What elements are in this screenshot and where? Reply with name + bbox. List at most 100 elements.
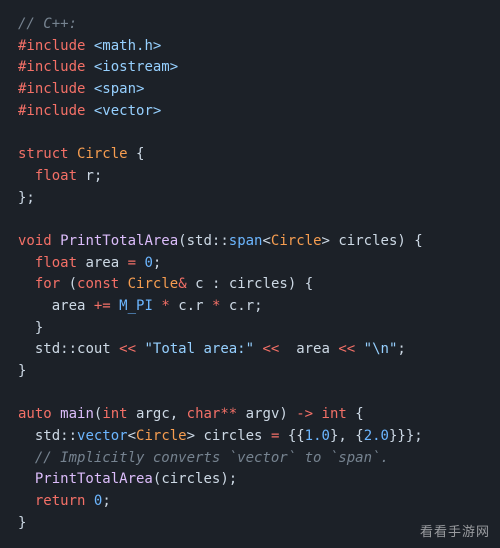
code-token: {: [136, 146, 144, 162]
code-token: int: [102, 406, 127, 422]
code-token: (: [69, 276, 77, 292]
code-token: [288, 406, 296, 422]
code-token: <: [262, 233, 270, 249]
code-token: [52, 406, 60, 422]
code-token: vector: [77, 428, 128, 444]
code-line: }: [18, 320, 43, 336]
code-token: #include: [18, 59, 85, 75]
code-token: **: [220, 406, 237, 422]
code-token: area: [296, 341, 330, 357]
code-token: // C++:: [18, 16, 77, 32]
code-line: struct Circle {: [18, 146, 144, 162]
code-token: <: [128, 428, 136, 444]
code-token: area: [85, 255, 119, 271]
code-token: <vector>: [94, 103, 161, 119]
code-token: }: [18, 515, 26, 531]
code-token: }: [18, 363, 26, 379]
code-token: ;: [102, 493, 110, 509]
code-token: 1.0: [305, 428, 330, 444]
code-token: #include: [18, 38, 85, 54]
code-token: [85, 59, 93, 75]
code-token: [178, 406, 186, 422]
code-token: r: [85, 168, 93, 184]
code-line: // C++:: [18, 16, 77, 32]
code-token: ->: [296, 406, 313, 422]
code-token: [85, 103, 93, 119]
code-token: [128, 146, 136, 162]
code-token: [85, 298, 93, 314]
code-token: [187, 276, 195, 292]
code-token: *: [161, 298, 169, 314]
code-token: ;: [397, 341, 405, 357]
code-token: ): [279, 406, 287, 422]
code-token: [170, 298, 178, 314]
code-token: &: [178, 276, 186, 292]
code-token: Circle: [128, 276, 179, 292]
code-token: +=: [94, 298, 111, 314]
code-token: Circle: [77, 146, 128, 162]
code-token: [406, 233, 414, 249]
code-token: 0: [144, 255, 152, 271]
code-line: PrintTotalArea(circles);: [18, 471, 237, 487]
code-line: };: [18, 190, 35, 206]
code-line: std::vector<Circle> circles = {{1.0}, {2…: [18, 428, 423, 444]
code-token: ,: [170, 406, 178, 422]
code-token: ;: [94, 168, 102, 184]
code-line: }: [18, 363, 26, 379]
code-token: for: [35, 276, 60, 292]
code-token: [119, 255, 127, 271]
code-token: ::: [212, 233, 229, 249]
code-token: 2.0: [364, 428, 389, 444]
code-token: [119, 276, 127, 292]
code-token: ;: [153, 255, 161, 271]
code-line: #include <span>: [18, 81, 144, 97]
code-token: [355, 341, 363, 357]
code-token: ::: [60, 341, 77, 357]
code-line: for (const Circle& c : circles) {: [18, 276, 313, 292]
code-token: [69, 146, 77, 162]
code-token: c: [229, 298, 237, 314]
code-token: [313, 406, 321, 422]
code-line: // Implicitly converts `vector` to `span…: [18, 450, 389, 466]
code-token: >: [187, 428, 195, 444]
code-token: }: [35, 320, 43, 336]
code-token: PrintTotalArea: [60, 233, 178, 249]
code-block: // C++: #include <math.h> #include <iost…: [18, 14, 482, 535]
code-token: ;: [254, 298, 262, 314]
code-token: <span>: [94, 81, 145, 97]
code-token: auto: [18, 406, 52, 422]
code-token: (: [178, 233, 186, 249]
code-token: M_PI: [119, 298, 153, 314]
code-token: std: [187, 233, 212, 249]
code-token: [111, 341, 119, 357]
code-token: "\n": [364, 341, 398, 357]
code-token: [279, 428, 287, 444]
code-token: {: [305, 276, 313, 292]
code-token: PrintTotalArea: [35, 471, 153, 487]
code-token: {{: [288, 428, 305, 444]
code-token: c: [178, 298, 186, 314]
code-token: >: [322, 233, 330, 249]
code-token: ::: [60, 428, 77, 444]
code-token: <<: [262, 341, 279, 357]
code-token: .: [187, 298, 195, 314]
code-token: [128, 406, 136, 422]
code-token: [296, 276, 304, 292]
code-token: circles: [229, 276, 288, 292]
code-token: circles: [161, 471, 220, 487]
code-token: area: [52, 298, 86, 314]
code-token: [220, 276, 228, 292]
code-token: <<: [119, 341, 136, 357]
code-token: char: [187, 406, 221, 422]
code-token: float: [35, 168, 77, 184]
code-line: void PrintTotalArea(std::span<Circle> ci…: [18, 233, 423, 249]
code-token: "Total area:": [144, 341, 254, 357]
code-token: std: [35, 428, 60, 444]
code-token: argc: [136, 406, 170, 422]
code-line: auto main(int argc, char** argv) -> int …: [18, 406, 364, 422]
code-token: }}};: [389, 428, 423, 444]
code-token: [237, 406, 245, 422]
code-token: [220, 298, 228, 314]
code-line: area += M_PI * c.r * c.r;: [18, 298, 263, 314]
code-token: main: [60, 406, 94, 422]
